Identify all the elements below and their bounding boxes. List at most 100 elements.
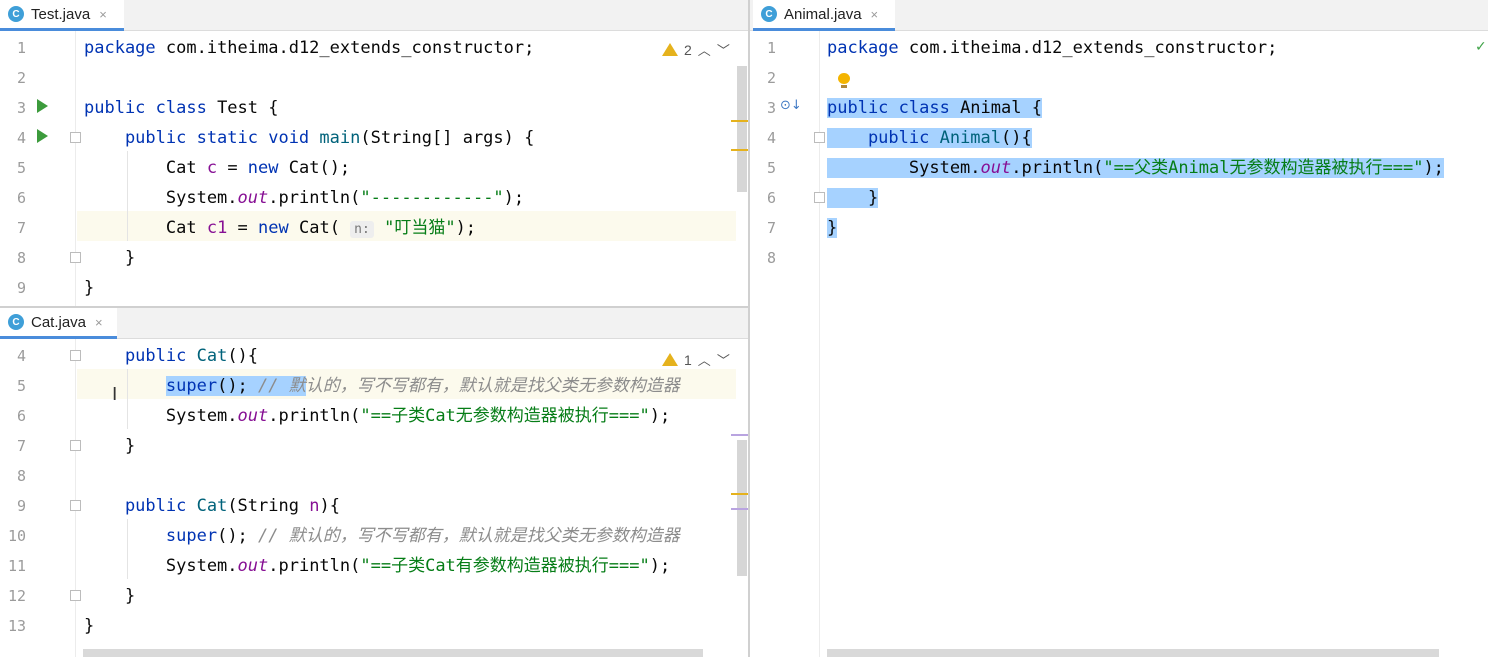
- code-token: public: [84, 346, 197, 366]
- lightbulb-icon[interactable]: [838, 73, 850, 88]
- code-line[interactable]: }: [84, 431, 736, 461]
- line-number[interactable]: 9: [0, 491, 26, 521]
- code-token: // 默: [258, 376, 306, 396]
- inspection-widget[interactable]: 1 ︿ ﹀: [662, 350, 730, 369]
- warning-stripe[interactable]: [731, 149, 748, 151]
- line-number[interactable]: 2: [0, 63, 26, 93]
- line-number[interactable]: 12: [0, 581, 26, 611]
- code-token: }: [827, 188, 879, 208]
- vertical-scrollbar[interactable]: [737, 66, 747, 192]
- code-token: =: [227, 218, 259, 238]
- horizontal-scrollbar[interactable]: [827, 649, 1439, 657]
- code-line[interactable]: public Animal(){: [827, 123, 1488, 153]
- line-number[interactable]: 7: [0, 431, 26, 461]
- chevron-down-icon[interactable]: ﹀: [717, 350, 730, 369]
- tab-test-java[interactable]: C Test.java ×: [0, 0, 124, 31]
- code-token: c: [206, 158, 218, 178]
- code-line[interactable]: }: [84, 243, 736, 273]
- code-token: out: [237, 406, 269, 426]
- code-token: public static void: [84, 128, 320, 148]
- line-number[interactable]: 9: [0, 273, 26, 303]
- inspection-widget[interactable]: 2 ︿ ﹀: [662, 40, 730, 59]
- line-number[interactable]: 5: [750, 153, 776, 183]
- tab-animal-java[interactable]: C Animal.java ×: [753, 0, 895, 31]
- code-line[interactable]: public static void main(String[] args) {: [84, 123, 736, 153]
- line-number[interactable]: 7: [750, 213, 776, 243]
- code-line[interactable]: public class Animal {: [827, 93, 1488, 123]
- line-number[interactable]: 6: [0, 401, 26, 431]
- code-line[interactable]: }: [84, 611, 736, 641]
- code-area[interactable]: 1 package com.itheima.d12_extends_constru…: [0, 31, 736, 306]
- code-line[interactable]: Cat c = new Cat();: [84, 153, 736, 183]
- code-line[interactable]: super(); // 默认的，写不写都有，默认就是找父类无参数构造器: [84, 521, 736, 551]
- code-token: Animal: [939, 128, 1002, 148]
- code-token: System.: [827, 158, 981, 178]
- code-line[interactable]: public Cat(String n){: [84, 491, 736, 521]
- chevron-up-icon[interactable]: ︿: [698, 40, 711, 59]
- code-token: );: [455, 218, 477, 238]
- line-number[interactable]: 6: [750, 183, 776, 213]
- line-number[interactable]: 4: [0, 341, 26, 371]
- tab-cat-java[interactable]: C Cat.java ×: [0, 308, 117, 339]
- code-line[interactable]: System.out.println("==子类Cat无参数构造器被执行==="…: [84, 401, 736, 431]
- code-token: "==子类Cat无参数构造器被执行===": [360, 406, 650, 426]
- code-line[interactable]: public class Test {: [84, 93, 736, 123]
- line-number[interactable]: 3: [750, 93, 776, 123]
- chevron-down-icon[interactable]: ﹀: [717, 40, 730, 59]
- line-number[interactable]: 4: [0, 123, 26, 153]
- line-number[interactable]: 5: [0, 153, 26, 183]
- line-number[interactable]: 2: [750, 63, 776, 93]
- code-token: }: [84, 616, 95, 636]
- code-token: }: [84, 586, 136, 606]
- line-number[interactable]: 11: [0, 551, 26, 581]
- code-line[interactable]: }: [84, 273, 736, 303]
- code-token: (String: [227, 496, 310, 516]
- code-line[interactable]: System.out.println("------------");: [84, 183, 736, 213]
- code-line[interactable]: System.out.println("==子类Cat有参数构造器被执行==="…: [84, 551, 736, 581]
- code-line[interactable]: [827, 63, 1488, 93]
- code-token: }: [84, 248, 136, 268]
- line-number[interactable]: 1: [0, 33, 26, 63]
- code-token: }: [827, 218, 838, 238]
- line-number[interactable]: 1: [750, 33, 776, 63]
- close-icon[interactable]: ×: [99, 7, 107, 22]
- code-line[interactable]: public Cat(){: [84, 341, 736, 371]
- line-number[interactable]: 10: [0, 521, 26, 551]
- code-area[interactable]: 4 public Cat(){ 5 super(); // 默认的，写不写都有，默…: [0, 339, 736, 657]
- code-line[interactable]: [84, 461, 736, 491]
- line-number[interactable]: 8: [750, 243, 776, 273]
- code-line[interactable]: }: [827, 213, 1488, 243]
- code-line[interactable]: Cat c1 = new Cat( n: "叮当猫");: [84, 213, 736, 243]
- line-number[interactable]: 3: [0, 93, 26, 123]
- line-number[interactable]: 6: [0, 183, 26, 213]
- line-number[interactable]: 5: [0, 371, 26, 401]
- line-number[interactable]: 7: [0, 213, 26, 243]
- overridden-method-icon[interactable]: ⊙↓: [780, 98, 802, 113]
- code-area[interactable]: 1 package com.itheima.d12_extends_constru…: [750, 31, 1488, 657]
- usage-stripe[interactable]: [731, 434, 748, 436]
- code-token: com.itheima.d12_extends_constructor;: [908, 38, 1278, 58]
- code-line[interactable]: }: [827, 183, 1488, 213]
- usage-stripe[interactable]: [731, 508, 748, 510]
- code-line[interactable]: System.out.println("==父类Animal无参数构造器被执行=…: [827, 153, 1488, 183]
- code-line[interactable]: super(); // 默认的，写不写都有，默认就是找父类无参数构造器: [84, 371, 736, 401]
- code-line[interactable]: package com.itheima.d12_extends_construc…: [827, 33, 1488, 63]
- horizontal-scrollbar[interactable]: [83, 649, 703, 657]
- code-token: c1: [206, 218, 228, 238]
- line-number[interactable]: 4: [750, 123, 776, 153]
- code-token: new: [247, 158, 289, 178]
- tab-bar: C Cat.java ×: [0, 308, 748, 339]
- close-icon[interactable]: ×: [95, 315, 103, 330]
- chevron-up-icon[interactable]: ︿: [698, 350, 711, 369]
- close-icon[interactable]: ×: [871, 7, 879, 22]
- line-number[interactable]: 13: [0, 611, 26, 641]
- code-line[interactable]: }: [84, 581, 736, 611]
- code-line[interactable]: package com.itheima.d12_extends_construc…: [84, 33, 736, 63]
- code-line[interactable]: [84, 63, 736, 93]
- code-line[interactable]: [827, 243, 1488, 273]
- line-number[interactable]: 8: [0, 243, 26, 273]
- warning-stripe[interactable]: [731, 493, 748, 495]
- warning-stripe[interactable]: [731, 120, 748, 122]
- code-token: System.: [84, 556, 238, 576]
- line-number[interactable]: 8: [0, 461, 26, 491]
